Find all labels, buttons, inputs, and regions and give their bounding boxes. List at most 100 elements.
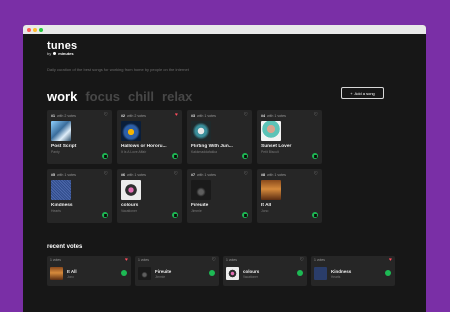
song-title[interactable]: Fireuite — [155, 269, 171, 274]
song-title[interactable]: Flirting With Jun... — [191, 144, 239, 149]
album-art[interactable] — [121, 121, 141, 141]
song-card[interactable]: #8 with 1 votes ♡ It All Jono — [257, 169, 322, 223]
song-title[interactable]: colours — [243, 269, 259, 274]
vote-info: #7 with 1 votes — [191, 173, 216, 177]
heart-icon[interactable]: ♡ — [174, 172, 178, 177]
heart-icon[interactable]: ♡ — [300, 258, 304, 263]
song-card[interactable]: #3 with 1 votes ♡ Flirting With Jun... Kakkm… — [187, 110, 252, 164]
song-title[interactable]: colours — [121, 203, 169, 208]
vote-info: #8 with 1 votes — [261, 173, 286, 177]
page-content: tunes by minutes Daily curation of the b… — [23, 34, 426, 312]
recent-vote-card[interactable]: 1 votes ♥ It All Jono — [47, 256, 131, 286]
category-tabs: work focus chill relax — [47, 89, 192, 104]
song-title[interactable]: Hallows or Hororu... — [121, 144, 169, 149]
song-card-header: #1 with 2 votes ♡ — [51, 113, 108, 118]
heart-icon[interactable]: ♡ — [212, 258, 216, 263]
vote-count: 1 votes — [226, 258, 237, 262]
song-title[interactable]: Kindness — [51, 203, 99, 208]
recent-card-body: colours Vacationer — [226, 267, 304, 280]
browser-window: tunes by minutes Daily curation of the b… — [23, 25, 426, 312]
album-art[interactable] — [314, 267, 327, 280]
song-title[interactable]: It All — [261, 203, 309, 208]
heart-icon[interactable]: ♡ — [314, 113, 318, 118]
window-titlebar — [23, 25, 426, 34]
album-art[interactable] — [138, 267, 151, 280]
tab-focus[interactable]: focus — [85, 89, 120, 104]
spotify-icon[interactable] — [172, 153, 178, 159]
song-rank: #1 — [51, 113, 55, 118]
song-card-header: #6 with 1 votes ♡ — [121, 172, 178, 177]
recent-card-header: 1 votes ♥ — [314, 258, 392, 263]
tab-chill[interactable]: chill — [128, 89, 154, 104]
album-art[interactable] — [121, 180, 141, 200]
heart-icon[interactable]: ♡ — [104, 172, 108, 177]
heart-icon[interactable]: ♥ — [125, 258, 128, 263]
heart-icon[interactable]: ♡ — [244, 113, 248, 118]
song-card[interactable]: #2 with 2 votes ♥ Hallows or Hororu... It Is… — [117, 110, 182, 164]
recent-card-body: Fireuite Jimmie — [138, 267, 216, 280]
album-art[interactable] — [261, 121, 281, 141]
song-title[interactable]: Kindness — [331, 269, 351, 274]
song-title[interactable]: Post Script — [51, 144, 99, 149]
recent-vote-card[interactable]: 1 votes ♡ Fireuite Jimmie — [135, 256, 219, 286]
album-art[interactable] — [226, 267, 239, 280]
recent-song-info: Fireuite Jimmie — [155, 269, 171, 279]
song-title[interactable]: It All — [67, 269, 77, 274]
tab-work[interactable]: work — [47, 89, 77, 104]
album-art[interactable] — [191, 121, 211, 141]
recent-vote-card[interactable]: 1 votes ♡ colours Vacationer — [223, 256, 307, 286]
heart-icon[interactable]: ♡ — [104, 113, 108, 118]
heart-icon[interactable]: ♥ — [175, 113, 178, 118]
spotify-icon[interactable] — [102, 212, 108, 218]
vote-info: #2 with 2 votes — [121, 114, 146, 118]
spotify-icon[interactable] — [121, 270, 127, 276]
song-card[interactable]: #4 with 1 votes ♡ Sunset Lover Petit Biscuit — [257, 110, 322, 164]
add-song-label: Add a song — [354, 90, 375, 96]
recent-vote-card[interactable]: 1 votes ♥ Kindness Hearts — [311, 256, 395, 286]
close-window-button[interactable] — [27, 27, 31, 32]
plus-icon: + — [350, 90, 353, 96]
spotify-icon[interactable] — [312, 153, 318, 159]
song-card[interactable]: #1 with 2 votes ♡ Post Script Panty — [47, 110, 112, 164]
vote-count: with 2 votes — [57, 113, 76, 118]
song-artist: Hearts — [51, 209, 61, 213]
spotify-icon[interactable] — [102, 153, 108, 159]
add-song-button[interactable]: + Add a song — [341, 87, 384, 99]
song-artist: Kakkmaddafakka — [191, 150, 218, 154]
song-artist: Jimmie — [191, 209, 202, 213]
song-card[interactable]: #7 with 1 votes ♡ Fireuite Jimmie — [187, 169, 252, 223]
recent-card-header: 1 votes ♡ — [138, 258, 216, 263]
spotify-icon[interactable] — [242, 153, 248, 159]
spotify-icon[interactable] — [172, 212, 178, 218]
app-logo[interactable]: tunes by minutes — [47, 40, 77, 56]
recent-card-header: 1 votes ♡ — [226, 258, 304, 263]
spotify-icon[interactable] — [242, 212, 248, 218]
song-rank: #7 — [191, 172, 195, 177]
album-art[interactable] — [191, 180, 211, 200]
heart-icon[interactable]: ♡ — [314, 172, 318, 177]
tab-relax[interactable]: relax — [162, 89, 192, 104]
spotify-icon[interactable] — [385, 270, 391, 276]
recent-song-info: colours Vacationer — [243, 269, 259, 279]
album-art[interactable] — [261, 180, 281, 200]
spotify-icon[interactable] — [297, 270, 303, 276]
heart-icon[interactable]: ♡ — [244, 172, 248, 177]
song-artist: Vacationer — [121, 209, 137, 213]
song-artist: Jimmie — [155, 274, 166, 279]
song-title[interactable]: Sunset Lover — [261, 144, 309, 149]
minimize-window-button[interactable] — [33, 27, 37, 32]
heart-icon[interactable]: ♥ — [389, 258, 392, 263]
song-card[interactable]: #5 with 1 votes ♡ Kindness Hearts — [47, 169, 112, 223]
maximize-window-button[interactable] — [39, 27, 43, 32]
album-art[interactable] — [51, 180, 71, 200]
album-art[interactable] — [50, 267, 63, 280]
spotify-icon[interactable] — [312, 212, 318, 218]
album-art[interactable] — [51, 121, 71, 141]
song-rank: #3 — [191, 113, 195, 118]
song-card-header: #7 with 1 votes ♡ — [191, 172, 248, 177]
recent-song-info: It All Jono — [67, 269, 77, 279]
spotify-icon[interactable] — [209, 270, 215, 276]
song-title[interactable]: Fireuite — [191, 203, 239, 208]
song-card[interactable]: #6 with 1 votes ♡ colours Vacationer — [117, 169, 182, 223]
song-artist: Jono — [261, 209, 269, 213]
